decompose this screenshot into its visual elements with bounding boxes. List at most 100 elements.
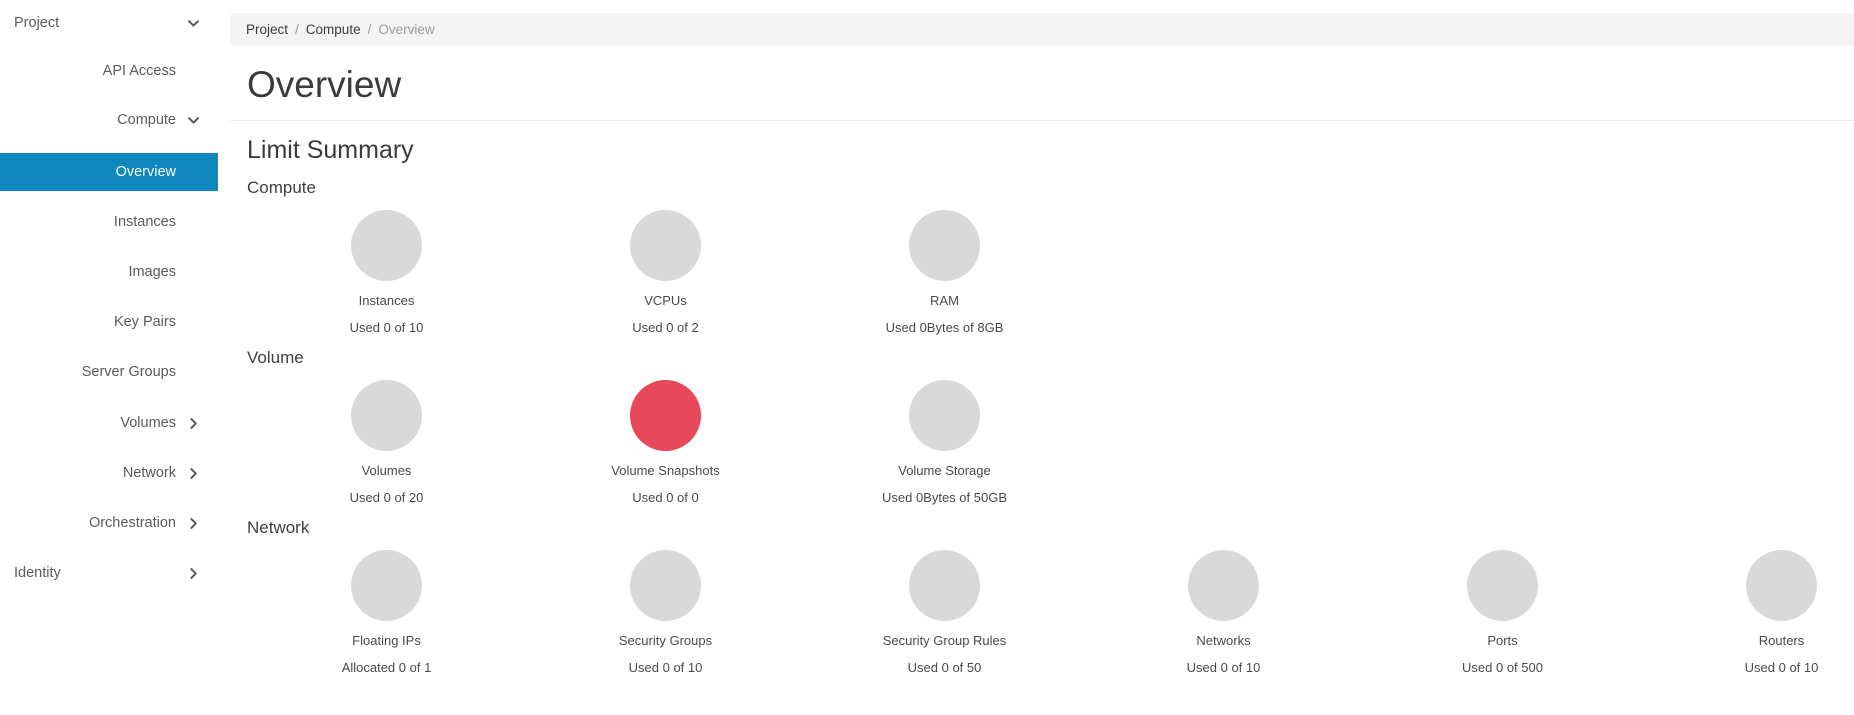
sidebar-item-label: Orchestration	[88, 515, 176, 531]
sidebar-item-identity[interactable]: Identity	[0, 554, 218, 592]
quota-item-security-groups[interactable]: Security Groups Used 0 of 10	[526, 540, 805, 675]
quota-usage-text: Allocated 0 of 1	[341, 660, 432, 675]
quota-donut-chart	[351, 380, 422, 451]
quota-label: Networks	[1196, 633, 1251, 648]
quota-label: VCPUs	[644, 293, 687, 308]
quota-donut-chart	[1746, 550, 1817, 621]
breadcrumb-item-overview: Overview	[378, 22, 435, 37]
quota-item-routers[interactable]: Routers Used 0 of 10	[1642, 540, 1854, 675]
title-divider	[230, 120, 1854, 121]
sidebar-item-server-groups[interactable]: Server Groups	[0, 353, 218, 391]
sidebar-item-images[interactable]: Images	[0, 253, 218, 291]
sidebar-item-label: Images	[128, 264, 176, 280]
quota-label: Ports	[1487, 633, 1518, 648]
sidebar-item-instances[interactable]: Instances	[0, 203, 218, 241]
section-title: Compute	[247, 178, 316, 197]
quota-donut-chart	[351, 550, 422, 621]
sidebar-item-label: Key Pairs	[113, 314, 176, 330]
limit-summary-sections: Compute Instances Used 0 of 10 VCPUs Used 0 …	[230, 178, 1854, 675]
sidebar-item-label: Project	[14, 15, 60, 31]
quota-label: Security Group Rules	[882, 633, 1007, 648]
breadcrumb: Project / Compute / Overview	[230, 13, 1854, 46]
quota-section-network: Network Floating IPs Allocated 0 of 1 Secur…	[247, 518, 1854, 675]
quota-item-volumes[interactable]: Volumes Used 0 of 20	[247, 370, 526, 505]
quota-donut-chart	[630, 210, 701, 281]
chevron-right-icon[interactable]	[186, 417, 200, 430]
quota-row: Instances Used 0 of 10 VCPUs Used 0 of 2 RAM…	[247, 200, 1854, 335]
chevron-down-icon[interactable]	[186, 114, 200, 127]
quota-item-ram[interactable]: RAM Used 0Bytes of 8GB	[805, 200, 1084, 335]
chevron-right-icon[interactable]	[186, 567, 200, 580]
sidebar-item-orchestration[interactable]: Orchestration	[0, 504, 218, 542]
sidebar-item-label: Server Groups	[81, 364, 176, 380]
quota-usage-text: Used 0 of 0	[632, 490, 699, 505]
quota-donut-chart	[630, 550, 701, 621]
quota-item-volume-snapshots[interactable]: Volume Snapshots Used 0 of 0	[526, 370, 805, 505]
sidebar-item-label: Compute	[117, 112, 176, 128]
quota-donut-chart	[351, 210, 422, 281]
chevron-right-icon[interactable]	[186, 467, 200, 480]
quota-item-volume-storage[interactable]: Volume Storage Used 0Bytes of 50GB	[805, 370, 1084, 505]
page-title: Overview	[247, 64, 402, 105]
quota-label: Volume Storage	[898, 463, 991, 478]
quota-usage-text: Used 0 of 2	[632, 320, 699, 335]
sidebar-item-volumes[interactable]: Volumes	[0, 404, 218, 442]
main-content: Project / Compute / Overview Overview Limit …	[218, 0, 1854, 715]
quota-item-vcpus[interactable]: VCPUs Used 0 of 2	[526, 200, 805, 335]
sidebar-item-label: Identity	[14, 565, 61, 581]
sidebar-item-network[interactable]: Network	[0, 454, 218, 492]
quota-usage-text: Used 0 of 10	[1744, 660, 1819, 675]
sidebar-item-label: Volumes	[120, 415, 176, 431]
quota-usage-text: Used 0Bytes of 50GB	[881, 490, 1007, 505]
quota-donut-chart	[909, 210, 980, 281]
quota-donut-chart	[630, 380, 701, 451]
quota-usage-text: Used 0 of 10	[349, 320, 424, 335]
quota-label: Instances	[358, 293, 415, 308]
breadcrumb-item-compute[interactable]: Compute	[306, 22, 361, 37]
quota-usage-text: Used 0 of 20	[349, 490, 424, 505]
section-title: Volume	[247, 348, 304, 367]
sidebar-item-api-access[interactable]: API Access	[0, 52, 218, 90]
quota-donut-chart	[1188, 550, 1259, 621]
quota-donut-chart	[909, 380, 980, 451]
quota-usage-text: Used 0 of 10	[1186, 660, 1261, 675]
quota-usage-text: Used 0 of 10	[628, 660, 703, 675]
quota-label: RAM	[930, 293, 959, 308]
chevron-right-icon[interactable]	[186, 517, 200, 530]
dashboard-root: Project API Access Compute Overview Instance…	[0, 0, 1854, 715]
sidebar-item-label: Instances	[113, 214, 176, 230]
quota-usage-text: Used 0 of 50	[907, 660, 982, 675]
quota-label: Routers	[1758, 633, 1805, 648]
sidebar-item-project[interactable]: Project	[0, 4, 218, 42]
sidebar-item-label: Network	[122, 465, 176, 481]
quota-item-ports[interactable]: Ports Used 0 of 500	[1363, 540, 1642, 675]
quota-section-volume: Volume Volumes Used 0 of 20 Volume Snapshot…	[247, 348, 1854, 505]
breadcrumb-separator: /	[367, 22, 372, 37]
quota-label: Security Groups	[618, 633, 713, 648]
quota-item-security-group-rules[interactable]: Security Group Rules Used 0 of 50	[805, 540, 1084, 675]
quota-row: Volumes Used 0 of 20 Volume Snapshots Used …	[247, 370, 1854, 505]
quota-usage-text: Used 0 of 500	[1462, 660, 1543, 675]
limit-summary-heading: Limit Summary	[247, 136, 414, 164]
sidebar-item-key-pairs[interactable]: Key Pairs	[0, 303, 218, 341]
quota-donut-chart	[1467, 550, 1538, 621]
sidebar-item-label: API Access	[102, 63, 176, 79]
quota-item-networks[interactable]: Networks Used 0 of 10	[1084, 540, 1363, 675]
breadcrumb-item-project[interactable]: Project	[246, 22, 288, 37]
chevron-down-icon[interactable]	[186, 17, 200, 30]
sidebar-item-overview[interactable]: Overview	[0, 153, 218, 191]
quota-item-instances[interactable]: Instances Used 0 of 10	[247, 200, 526, 335]
sidebar-item-compute[interactable]: Compute	[0, 101, 218, 139]
sidebar-navigation: Project API Access Compute Overview Instance…	[0, 0, 218, 715]
quota-donut-chart	[909, 550, 980, 621]
quota-label: Volumes	[361, 463, 412, 478]
quota-label: Floating IPs	[352, 633, 421, 648]
section-title: Network	[247, 518, 310, 537]
quota-item-floating-ips[interactable]: Floating IPs Allocated 0 of 1	[247, 540, 526, 675]
breadcrumb-separator: /	[295, 22, 299, 37]
sidebar-item-label: Overview	[115, 164, 176, 180]
quota-usage-text: Used 0Bytes of 8GB	[885, 320, 1004, 335]
quota-label: Volume Snapshots	[611, 463, 720, 478]
quota-row: Floating IPs Allocated 0 of 1 Security Gro…	[247, 540, 1854, 675]
quota-section-compute: Compute Instances Used 0 of 10 VCPUs Used 0 …	[247, 178, 1854, 335]
